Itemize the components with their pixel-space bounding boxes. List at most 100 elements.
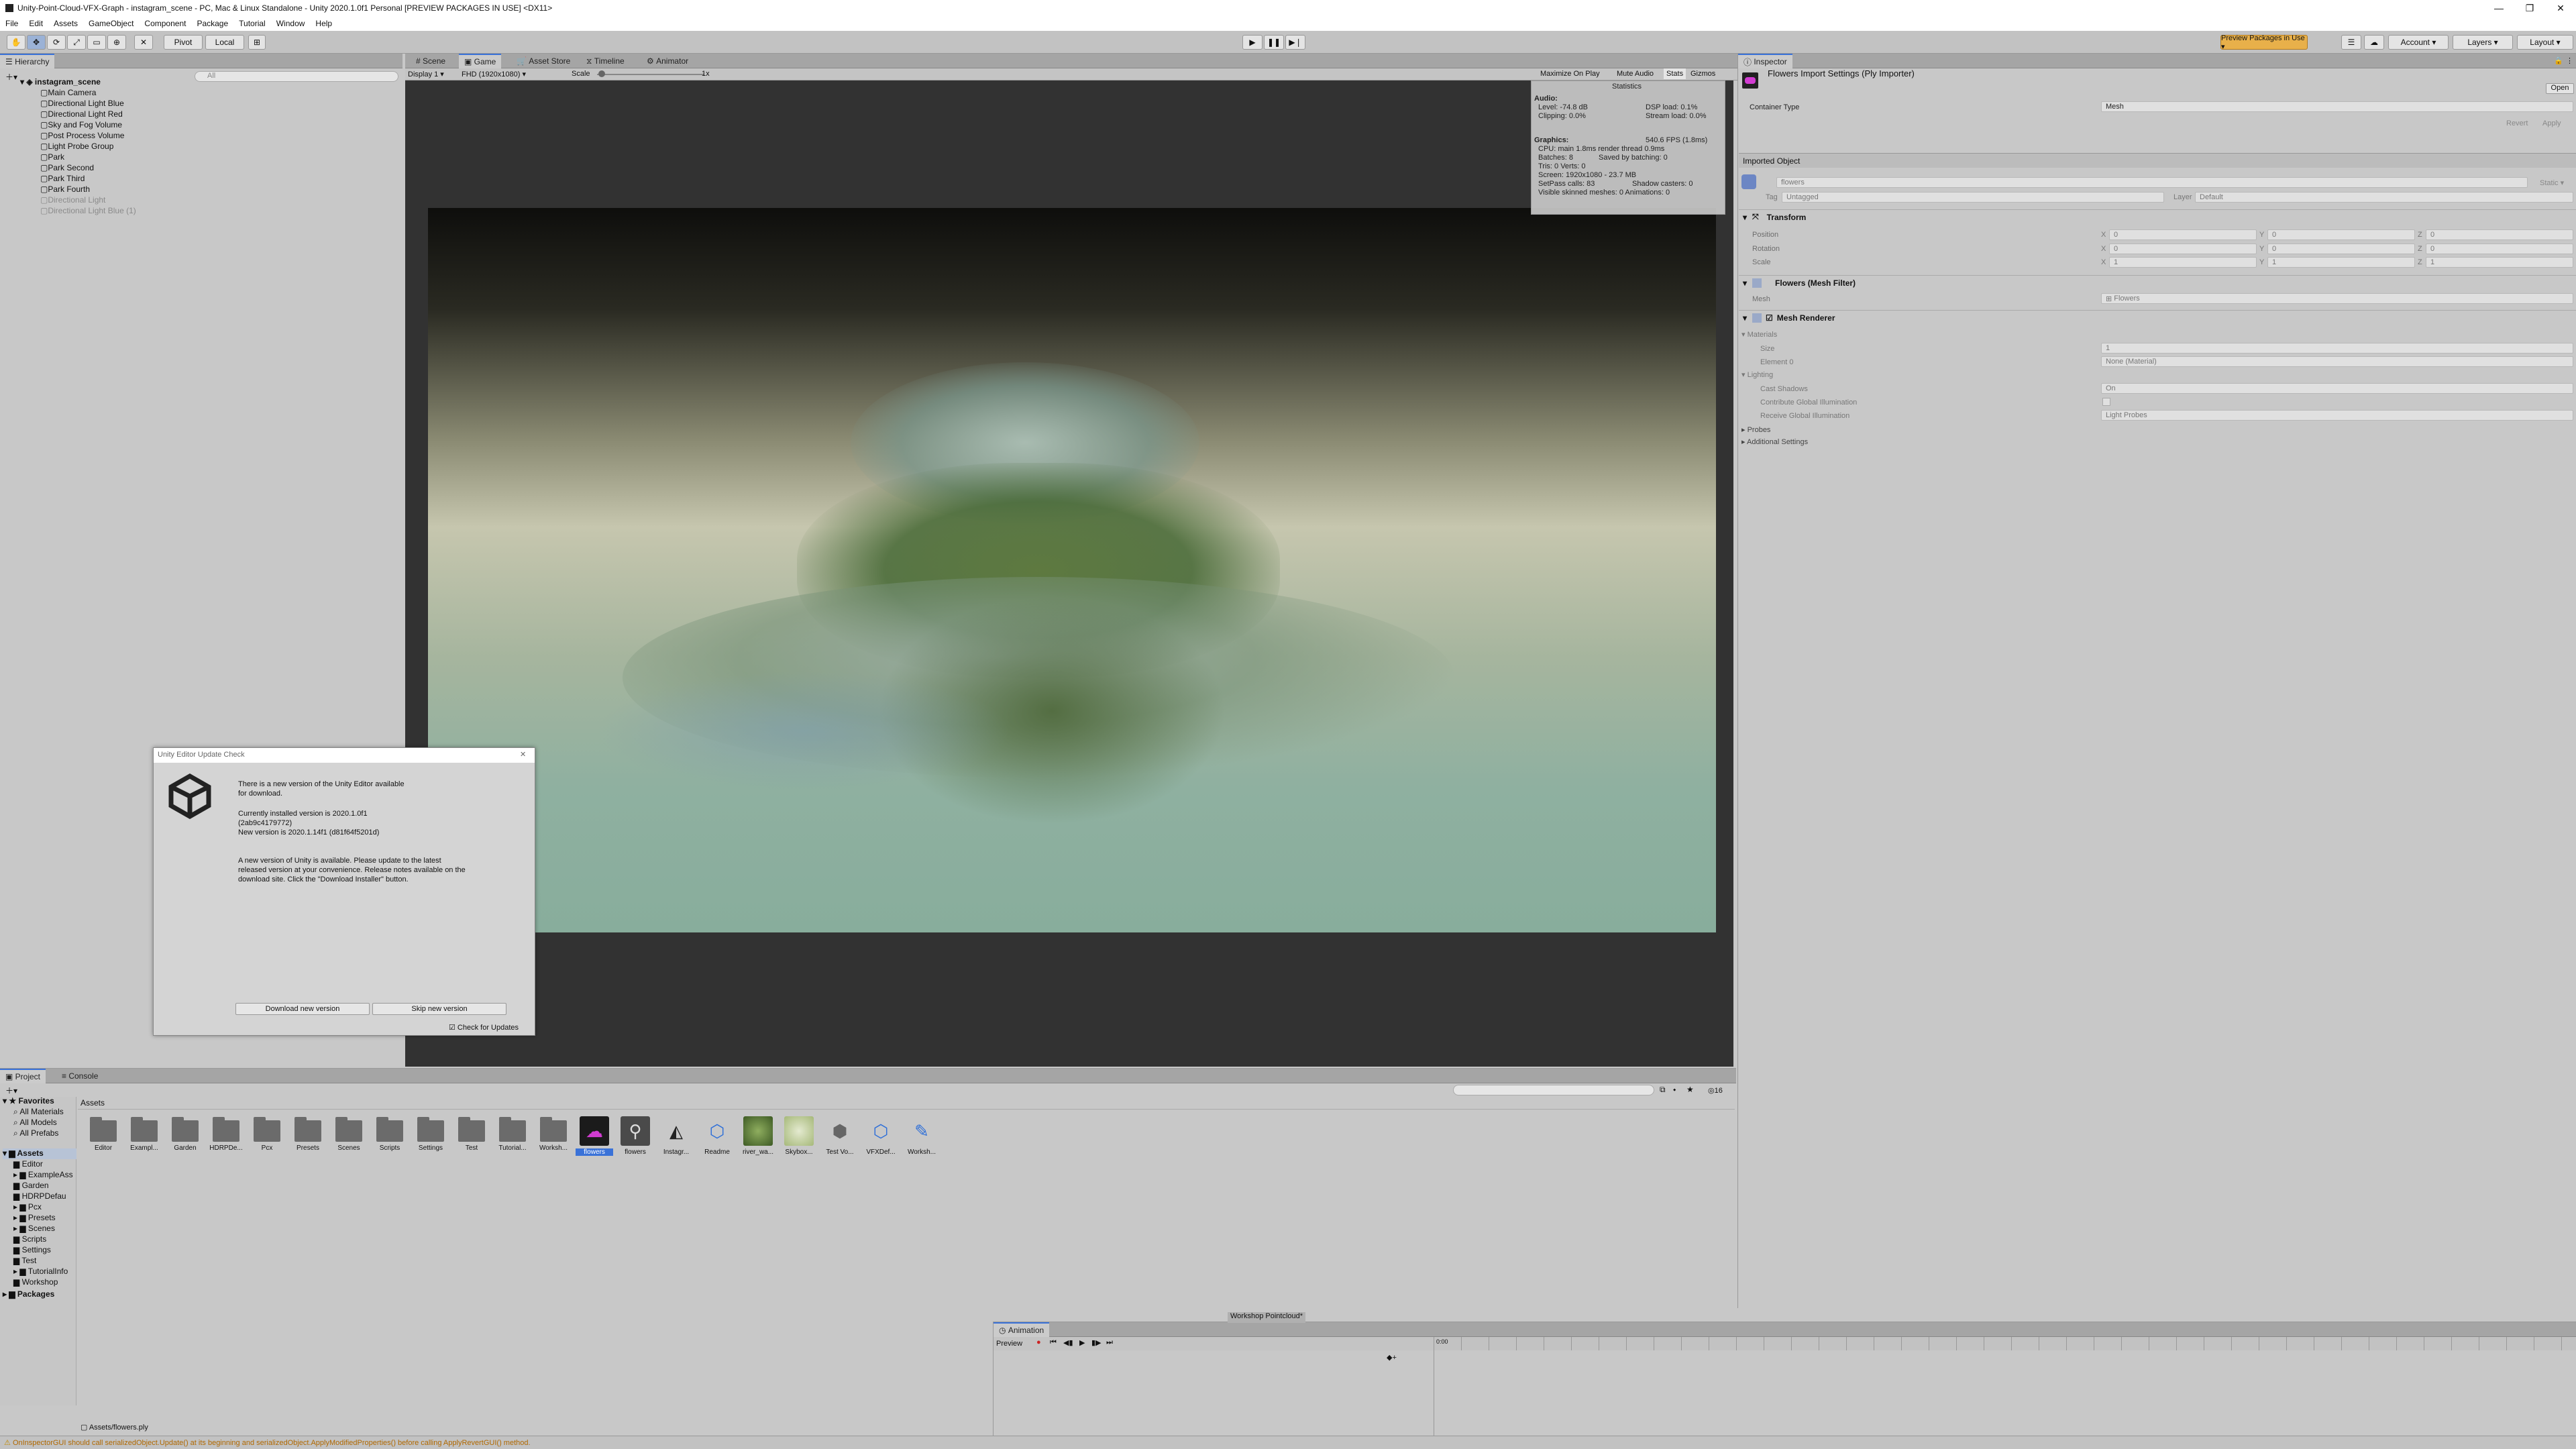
menu-gameobject[interactable]: GameObject <box>89 19 133 28</box>
hierarchy-item[interactable]: ▢ Park Fourth <box>40 184 90 195</box>
skip-new-version-button[interactable]: Skip new version <box>372 1003 506 1015</box>
favorite-star-icon[interactable]: ★ <box>1686 1085 1694 1094</box>
last-key-button[interactable]: ⏭ <box>1106 1338 1113 1347</box>
asset-item[interactable]: ✎ Worksh... <box>903 1116 941 1162</box>
collab-button[interactable]: ☰ <box>2341 35 2361 50</box>
asset-item[interactable]: ◭ Instagr... <box>657 1116 695 1162</box>
asset-item[interactable]: ⬡ VFXDef... <box>862 1116 900 1162</box>
favorite-item[interactable]: ⌕ All Models <box>13 1118 57 1128</box>
asset-folder-node[interactable]: ▸ ▆ Presets <box>13 1213 56 1224</box>
assets-breadcrumb[interactable]: Assets <box>80 1098 105 1108</box>
tab-animation[interactable]: ◷ Animation <box>994 1322 1050 1337</box>
anim-play-button[interactable]: ▶ <box>1079 1338 1085 1347</box>
asset-folder-node[interactable]: ▆ HDRPDefau <box>13 1191 66 1202</box>
asset-folder-node[interactable]: ▆ Scripts <box>13 1234 46 1245</box>
cloud-icon[interactable]: ☁ <box>2364 35 2384 50</box>
asset-folder-node[interactable]: ▆ Test <box>13 1256 36 1267</box>
hierarchy-item[interactable]: ▢ Sky and Fog Volume <box>40 119 122 130</box>
menu-tutorial[interactable]: Tutorial <box>239 19 266 28</box>
custom-tool-button[interactable]: ✕ <box>134 35 153 50</box>
step-button[interactable]: ▶❘ <box>1285 35 1305 50</box>
dialog-close-icon[interactable]: ✕ <box>520 750 526 759</box>
layout-dropdown[interactable]: Layout ▾ <box>2517 35 2573 50</box>
hierarchy-search[interactable]: All <box>195 71 398 82</box>
asset-folder-node[interactable]: ▸ ▆ Pcx <box>13 1202 42 1213</box>
asset-item[interactable]: Worksh... <box>535 1116 572 1162</box>
hierarchy-item[interactable]: ▢ Park Second <box>40 162 94 173</box>
local-toggle[interactable]: Local <box>205 35 244 50</box>
next-key-button[interactable]: ▮▶ <box>1091 1338 1102 1347</box>
asset-item[interactable]: ☁ flowers <box>576 1116 613 1162</box>
lock-icon[interactable]: 🔒 <box>2554 56 2563 65</box>
project-search[interactable] <box>1453 1085 1654 1095</box>
stats-toggle[interactable]: Stats <box>1664 68 1686 79</box>
status-message[interactable]: OnInspectorGUI should call serializedObj… <box>13 1439 531 1447</box>
tab-timeline[interactable]: ⧖ Timeline <box>581 54 630 68</box>
hierarchy-item[interactable]: ▢ Light Probe Group <box>40 141 113 152</box>
expand-arrow-icon[interactable]: ▸ <box>13 1170 19 1179</box>
favorites-node[interactable]: ▾ ★ Favorites <box>3 1096 54 1107</box>
asset-item[interactable]: Tutorial... <box>494 1116 531 1162</box>
menu-window[interactable]: Window <box>276 19 305 28</box>
hierarchy-item[interactable]: ▢ Park <box>40 152 64 162</box>
asset-item[interactable]: ⬡ Readme <box>698 1116 736 1162</box>
asset-item[interactable]: HDRPDe... <box>207 1116 245 1162</box>
asset-folder-node[interactable]: ▸ ▆ Scenes <box>13 1224 55 1234</box>
asset-folder-node[interactable]: ▸ ▆ ExampleAss <box>13 1170 73 1181</box>
menu-edit[interactable]: Edit <box>29 19 43 28</box>
assets-root-node[interactable]: ▾ ▆ Assets <box>3 1148 76 1159</box>
hierarchy-scene-root[interactable]: ▾ ◈ instagram_scene <box>20 76 101 87</box>
asset-item[interactable]: Pcx <box>248 1116 286 1162</box>
transform-header[interactable]: ▾ ⤧ Transform <box>1739 209 2576 224</box>
scale-slider[interactable] <box>597 74 704 75</box>
container-type-dropdown[interactable]: Mesh <box>2101 101 2573 112</box>
tab-inspector[interactable]: ⓘ Inspector <box>1738 54 1792 68</box>
favorite-item[interactable]: ⌕ All Materials <box>13 1107 64 1118</box>
hand-tool-button[interactable]: ✋ <box>7 35 25 50</box>
asset-item[interactable]: Skybox... <box>780 1116 818 1162</box>
expand-arrow-icon[interactable]: ▸ <box>13 1224 19 1233</box>
menu-help[interactable]: Help <box>315 19 332 28</box>
menu-assets[interactable]: Assets <box>54 19 78 28</box>
account-dropdown[interactable]: Account ▾ <box>2388 35 2449 50</box>
create-dropdown[interactable]: ＋▾ <box>5 71 17 83</box>
menu-file[interactable]: File <box>5 19 18 28</box>
revert-button[interactable]: Revert <box>2506 119 2528 127</box>
record-button[interactable]: ● <box>1036 1338 1041 1346</box>
prev-key-button[interactable]: ◀▮ <box>1063 1338 1073 1347</box>
grid-snap-button[interactable]: ⊞ <box>248 35 266 50</box>
asset-item[interactable]: Presets <box>289 1116 327 1162</box>
tab-hierarchy[interactable]: ☰ Hierarchy <box>0 54 55 68</box>
asset-folder-node[interactable]: ▆ Settings <box>13 1245 51 1256</box>
display-dropdown[interactable]: Display 1 ▾ <box>408 70 444 78</box>
play-button[interactable]: ▶ <box>1242 35 1263 50</box>
pivot-toggle[interactable]: Pivot <box>164 35 203 50</box>
hierarchy-item[interactable]: ▢ Post Process Volume <box>40 130 124 141</box>
preview-packages-button[interactable]: Preview Packages in Use ▾ <box>2220 34 2308 51</box>
mute-audio-toggle[interactable]: Mute Audio <box>1617 70 1654 78</box>
first-key-button[interactable]: ⏮ <box>1050 1338 1057 1347</box>
asset-item[interactable]: Test <box>453 1116 490 1162</box>
rect-tool-button[interactable]: ▭ <box>87 35 106 50</box>
timeline-ruler[interactable]: 0:00 <box>1434 1337 2576 1350</box>
menu-component[interactable]: Component <box>144 19 186 28</box>
close-button[interactable]: ✕ <box>2545 0 2576 16</box>
scale-tool-button[interactable]: ⤢ <box>67 35 86 50</box>
asset-item[interactable]: Exampl... <box>125 1116 163 1162</box>
minimize-button[interactable]: — <box>2483 0 2514 16</box>
tab-asset-store[interactable]: 🛒 Asset Store <box>511 54 576 68</box>
rotate-tool-button[interactable]: ⟳ <box>47 35 66 50</box>
tab-game[interactable]: ▣ Game <box>459 54 502 68</box>
asset-item[interactable]: Editor <box>85 1116 122 1162</box>
additional-settings-foldout[interactable]: ▸ Additional Settings <box>1741 437 1808 446</box>
transform-tool-button[interactable]: ⊕ <box>107 35 126 50</box>
asset-item[interactable]: Scripts <box>371 1116 409 1162</box>
mesh-filter-header[interactable]: ▾ Flowers (Mesh Filter) <box>1739 275 2576 290</box>
tab-project[interactable]: ▣ Project <box>0 1069 46 1083</box>
packages-node[interactable]: ▸ ▆ Packages <box>3 1289 54 1300</box>
maximize-button[interactable]: ❐ <box>2514 0 2545 16</box>
tab-scene[interactable]: # Scene <box>411 54 451 68</box>
layers-dropdown[interactable]: Layers ▾ <box>2453 35 2513 50</box>
expand-arrow-icon[interactable]: ▸ <box>13 1213 19 1222</box>
hidden-packages-count[interactable]: ◎16 <box>1708 1086 1723 1095</box>
